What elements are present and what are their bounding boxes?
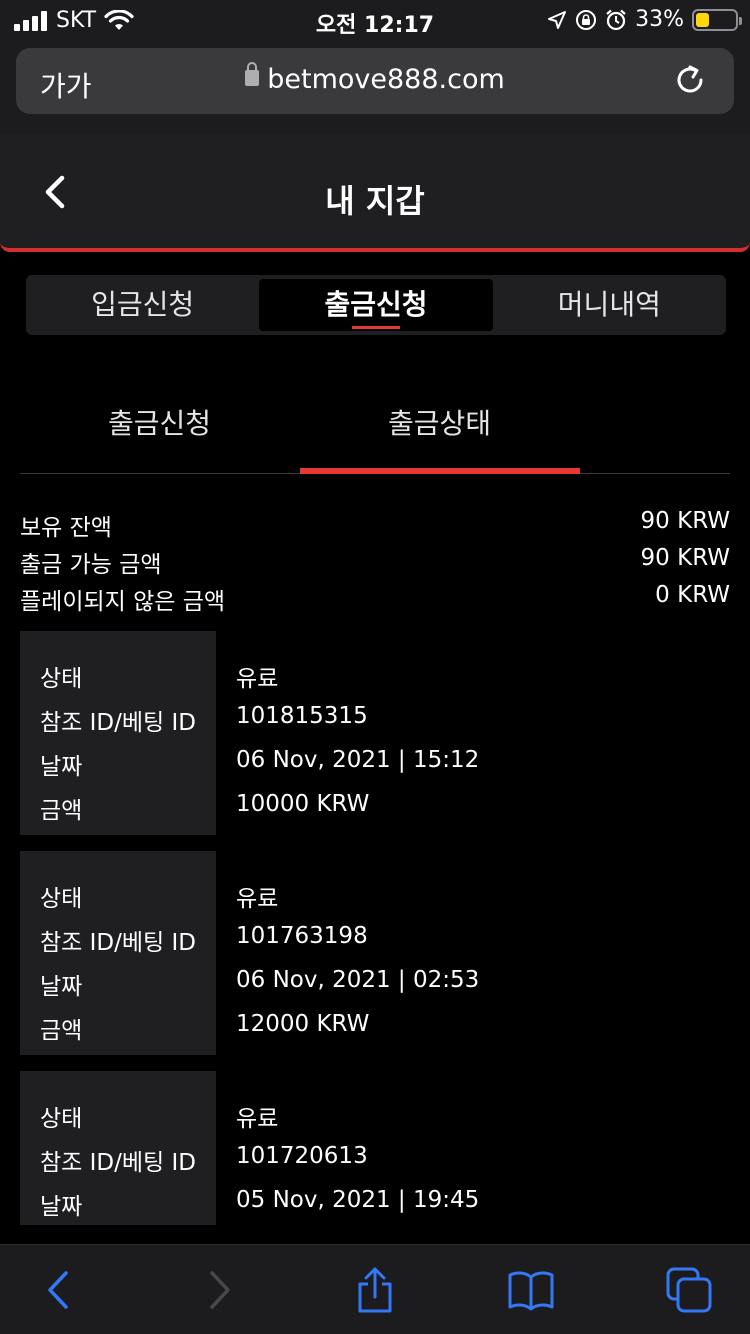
subtab-withdraw-request[interactable]: 출금신청 [108, 402, 211, 442]
record-date-row: 날짜 05 Nov, 2021 | 19:45 [20, 1187, 730, 1231]
tab-money-history[interactable]: 머니내역 [493, 275, 726, 335]
lock-icon [245, 62, 260, 86]
withdrawable-row: 출금 가능 금액 90 KRW [20, 545, 730, 582]
wallet-tabs: 입금신청 출금신청 머니내역 [26, 275, 726, 335]
date-value: 06 Nov, 2021 | 02:53 [236, 967, 480, 993]
record-ref-row: 참조 ID/베팅 ID 101720613 [20, 1143, 730, 1187]
amount-label: 금액 [40, 1018, 83, 1044]
date-label: 날짜 [40, 1194, 83, 1220]
battery-percent: 33% [635, 7, 684, 32]
status-label: 상태 [40, 1106, 83, 1132]
tab-withdraw[interactable]: 출금신청 [259, 279, 493, 331]
record-ref-row: 참조 ID/베팅 ID 101763198 [20, 923, 730, 967]
amount-value: 12000 KRW [236, 1011, 370, 1037]
record-amount-row: 금액 12000 KRW [20, 1011, 730, 1055]
withdraw-record: 상태 유료 참조 ID/베팅 ID 101763198 날짜 06 Nov, 2… [20, 851, 730, 1055]
share-icon[interactable] [352, 1267, 398, 1313]
battery-level [696, 12, 709, 27]
tab-deposit[interactable]: 입금신청 [26, 275, 259, 335]
location-icon [548, 10, 567, 29]
date-label: 날짜 [40, 974, 83, 1000]
tabs-icon[interactable] [666, 1267, 712, 1313]
amount-value: 10000 KRW [236, 791, 370, 817]
ref-id-value: 101815315 [236, 703, 368, 729]
withdrawable-value: 90 KRW [640, 545, 730, 571]
ref-id-value: 101720613 [236, 1143, 368, 1169]
date-value: 05 Nov, 2021 | 19:45 [236, 1187, 480, 1213]
ref-id-label: 참조 ID/베팅 ID [40, 1150, 196, 1176]
ref-id-label: 참조 ID/베팅 ID [40, 710, 196, 736]
date-label: 날짜 [40, 754, 83, 780]
active-subtab-indicator [300, 468, 580, 474]
record-ref-row: 참조 ID/베팅 ID 101815315 [20, 703, 730, 747]
back-icon[interactable] [36, 1267, 82, 1313]
url-text: betmove888.com [267, 64, 505, 95]
withdrawable-label: 출금 가능 금액 [20, 552, 162, 578]
browser-address-area: 가가 betmove888.com [0, 40, 750, 134]
forward-icon[interactable] [196, 1267, 242, 1313]
page-title: 내 지갑 [325, 182, 425, 220]
record-status-row: 상태 유료 [20, 659, 730, 703]
subtab-withdraw-status[interactable]: 출금상태 [388, 402, 491, 442]
unplayed-label: 플레이되지 않은 금액 [20, 589, 226, 615]
record-date-row: 날짜 06 Nov, 2021 | 15:12 [20, 747, 730, 791]
record-amount-row: 금액 10000 KRW [20, 791, 730, 835]
withdraw-record: 상태 유료 참조 ID/베팅 ID 101720613 날짜 05 Nov, 2… [20, 1071, 730, 1244]
rotation-lock-icon [576, 9, 597, 30]
balance-row: 보유 잔액 90 KRW [20, 508, 730, 545]
unplayed-row: 플레이되지 않은 금액 0 KRW [20, 582, 730, 619]
balance-value: 90 KRW [640, 508, 730, 534]
bookmarks-icon[interactable] [508, 1267, 554, 1313]
record-date-row: 날짜 06 Nov, 2021 | 02:53 [20, 967, 730, 1011]
status-label: 상태 [40, 666, 83, 692]
amount-label: 금액 [40, 798, 83, 824]
record-status-row: 상태 유료 [20, 879, 730, 923]
status-value: 유료 [236, 1106, 279, 1132]
status-bar: SKT 오전 12:17 33% [0, 0, 750, 40]
alarm-icon [606, 9, 626, 30]
ref-id-value: 101763198 [236, 923, 368, 949]
withdraw-record: 상태 유료 참조 ID/베팅 ID 101815315 날짜 06 Nov, 2… [20, 631, 730, 835]
balance-summary: 보유 잔액 90 KRW 출금 가능 금액 90 KRW 플레이되지 않은 금액… [20, 508, 730, 619]
status-value: 유료 [236, 886, 279, 912]
url-display[interactable]: betmove888.com [16, 62, 734, 95]
address-bar[interactable]: 가가 betmove888.com [16, 48, 734, 114]
ref-id-label: 참조 ID/베팅 ID [40, 930, 196, 956]
battery-icon [692, 8, 742, 31]
reload-icon[interactable] [672, 62, 708, 98]
date-value: 06 Nov, 2021 | 15:12 [236, 747, 480, 773]
app-header: 내 지갑 [0, 134, 750, 252]
record-status-row: 상태 유료 [20, 1099, 730, 1143]
balance-label: 보유 잔액 [20, 515, 112, 541]
status-value: 유료 [236, 666, 279, 692]
unplayed-value: 0 KRW [655, 582, 730, 608]
status-label: 상태 [40, 886, 83, 912]
browser-toolbar [0, 1244, 750, 1334]
withdraw-sub-tabs: 출금신청 출금상태 [20, 380, 730, 474]
